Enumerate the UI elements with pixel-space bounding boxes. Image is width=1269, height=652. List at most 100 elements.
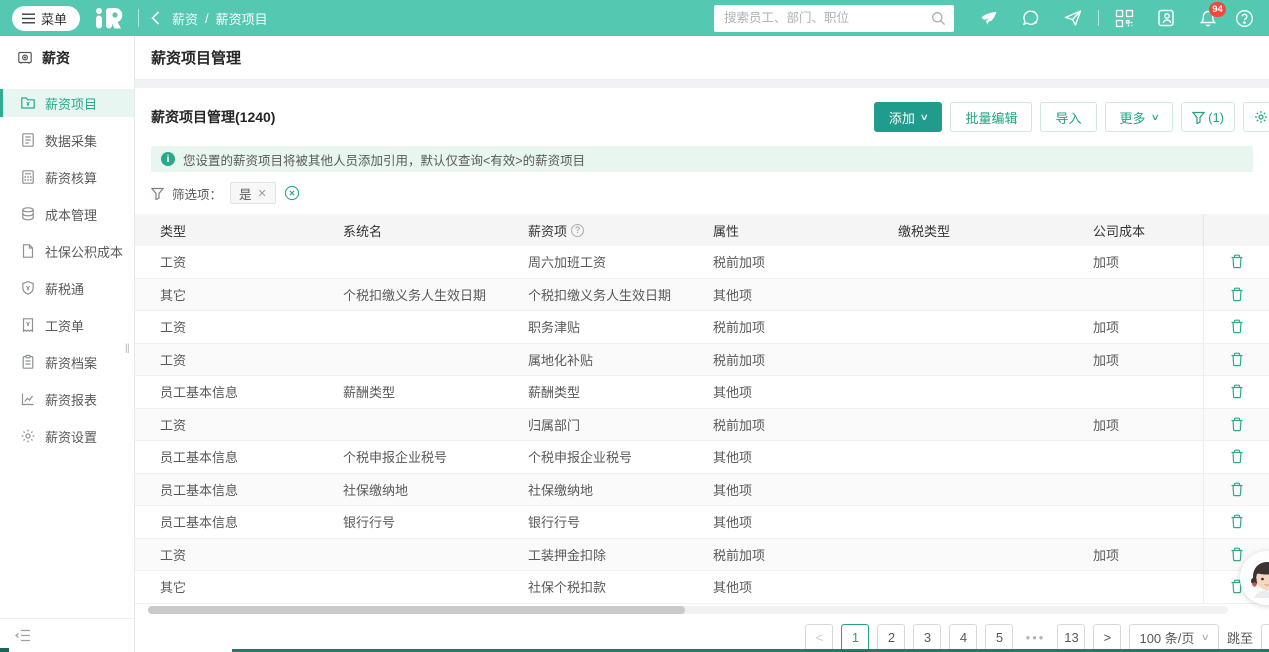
sidebar-item-薪资核算[interactable]: 薪资核算	[0, 163, 134, 191]
sidebar-item-工资单[interactable]: 工资单	[0, 311, 134, 339]
chat-icon[interactable]	[1010, 0, 1052, 36]
sidebar-item-薪资档案[interactable]: 薪资档案	[0, 348, 134, 376]
jump-to-input[interactable]	[1261, 624, 1269, 652]
table-row[interactable]: 其它社保个税扣款其他项	[135, 571, 1269, 604]
delete-row-icon[interactable]	[1230, 319, 1244, 334]
cell-属性: 税前加项	[688, 246, 873, 278]
delete-row-icon[interactable]	[1230, 287, 1244, 302]
sidebar-item-label: 薪资档案	[45, 353, 97, 372]
cell-类型: 其它	[135, 571, 318, 603]
more-button[interactable]: 更多 ∨	[1105, 102, 1174, 132]
cell-系统名	[318, 311, 503, 343]
search-icon[interactable]	[931, 11, 946, 26]
help-tooltip-icon[interactable]: ?	[571, 224, 584, 237]
row-actions	[1203, 474, 1269, 506]
settings-button[interactable]	[1243, 102, 1269, 132]
cell-缴税类型	[873, 376, 1068, 408]
prev-page-button[interactable]: <	[805, 624, 833, 652]
cell-薪资项: 社保个税扣款	[503, 571, 688, 603]
scrollbar-thumb[interactable]	[148, 606, 685, 614]
page-button-2[interactable]: 2	[877, 624, 905, 652]
horizontal-scrollbar[interactable]	[148, 606, 1228, 614]
cell-缴税类型	[873, 506, 1068, 538]
sidebar-item-薪资项目[interactable]: 薪资项目	[0, 89, 134, 117]
sidebar-resize-handle[interactable]: ‖	[125, 341, 131, 356]
cell-薪资项: 银行行号	[503, 506, 688, 538]
cell-属性: 其他项	[688, 506, 873, 538]
page-button-1[interactable]: 1	[841, 624, 869, 652]
cell-公司成本	[1068, 571, 1203, 603]
table-row[interactable]: 工资归属部门税前加项加项	[135, 409, 1269, 442]
sidebar-item-薪资报表[interactable]: 薪资报表	[0, 385, 134, 413]
batch-edit-button[interactable]: 批量编辑	[950, 102, 1032, 132]
row-actions	[1203, 506, 1269, 538]
add-button[interactable]: 添加 ∨	[874, 102, 943, 132]
cell-系统名	[318, 409, 503, 441]
delete-row-icon[interactable]	[1230, 384, 1244, 399]
delete-row-icon[interactable]	[1230, 449, 1244, 464]
table-row[interactable]: 员工基本信息个税申报企业税号个税申报企业税号其他项	[135, 441, 1269, 474]
contacts-icon[interactable]	[1145, 0, 1187, 36]
dingtalk-icon[interactable]	[968, 0, 1010, 36]
gear-icon	[20, 428, 36, 444]
delete-row-icon[interactable]	[1230, 482, 1244, 497]
delete-row-icon[interactable]	[1230, 417, 1244, 432]
cell-类型: 工资	[135, 344, 318, 376]
sidebar-item-社保公积成本[interactable]: 社保公积成本	[0, 237, 134, 265]
table-row[interactable]: 员工基本信息薪酬类型薪酬类型其他项	[135, 376, 1269, 409]
table-row[interactable]: 员工基本信息社保缴纳地社保缴纳地其他项	[135, 474, 1269, 507]
filter-count: (1)	[1208, 110, 1224, 125]
delete-row-icon[interactable]	[1230, 254, 1244, 269]
breadcrumb-parent[interactable]: 薪资	[172, 9, 198, 28]
chevron-down-icon: ∨	[920, 112, 929, 123]
send-icon[interactable]	[1052, 0, 1094, 36]
pagination: <12345•••13>100 条/页∨跳至	[135, 624, 1269, 652]
cell-类型: 员工基本信息	[135, 474, 318, 506]
table-row[interactable]: 其它个税扣缴义务人生效日期个税扣缴义务人生效日期其他项	[135, 279, 1269, 312]
search-input[interactable]	[724, 11, 931, 25]
search-box[interactable]	[714, 5, 954, 32]
cell-薪资项: 属地化补贴	[503, 344, 688, 376]
filter-tag[interactable]: 是 ✕	[230, 182, 276, 204]
table-row[interactable]: 工资周六加班工资税前加项加项	[135, 246, 1269, 279]
page-button-4[interactable]: 4	[949, 624, 977, 652]
sidebar-item-薪税通[interactable]: 薪税通	[0, 274, 134, 302]
remove-tag-icon[interactable]: ✕	[258, 187, 267, 200]
menu-button[interactable]: 菜单	[12, 6, 80, 31]
sidebar-item-label: 薪资项目	[45, 94, 97, 113]
more-pages-ellipsis[interactable]: •••	[1021, 624, 1049, 652]
page-size-select[interactable]: 100 条/页∨	[1129, 624, 1219, 652]
filter-button[interactable]: (1)	[1181, 102, 1235, 132]
cell-公司成本: 加项	[1068, 344, 1203, 376]
qrcode-icon[interactable]	[1103, 0, 1145, 36]
delete-row-icon[interactable]	[1230, 514, 1244, 529]
filter-row: 筛选项： 是 ✕	[151, 180, 1253, 206]
clear-filters-icon[interactable]	[284, 185, 300, 201]
cell-公司成本	[1068, 376, 1203, 408]
sidebar-item-成本管理[interactable]: 成本管理	[0, 200, 134, 228]
coins-icon	[20, 206, 36, 222]
sidebar-item-薪资设置[interactable]: 薪资设置	[0, 422, 134, 450]
cell-公司成本	[1068, 506, 1203, 538]
back-chevron-icon[interactable]	[151, 11, 160, 25]
page-button-3[interactable]: 3	[913, 624, 941, 652]
table-row[interactable]: 工资属地化补贴税前加项加项	[135, 344, 1269, 377]
page-button-13[interactable]: 13	[1057, 624, 1085, 652]
cell-缴税类型	[873, 474, 1068, 506]
table-row[interactable]: 工资职务津贴税前加项加项	[135, 311, 1269, 344]
help-icon[interactable]	[1229, 0, 1259, 36]
delete-row-icon[interactable]	[1230, 547, 1244, 562]
notification-badge: 94	[1209, 2, 1226, 17]
next-page-button[interactable]: >	[1093, 624, 1121, 652]
page-button-5[interactable]: 5	[985, 624, 1013, 652]
cell-属性: 其他项	[688, 376, 873, 408]
table-row[interactable]: 员工基本信息银行行号银行行号其他项	[135, 506, 1269, 539]
bell-icon[interactable]: 94	[1187, 0, 1229, 36]
sidebar-item-数据采集[interactable]: 数据采集	[0, 126, 134, 154]
table-row[interactable]: 工资工装押金扣除税前加项加项	[135, 539, 1269, 572]
sidebar-collapse-button[interactable]	[0, 618, 134, 652]
chart-icon	[20, 391, 36, 407]
cell-缴税类型	[873, 441, 1068, 473]
import-button[interactable]: 导入	[1040, 102, 1096, 132]
delete-row-icon[interactable]	[1230, 352, 1244, 367]
